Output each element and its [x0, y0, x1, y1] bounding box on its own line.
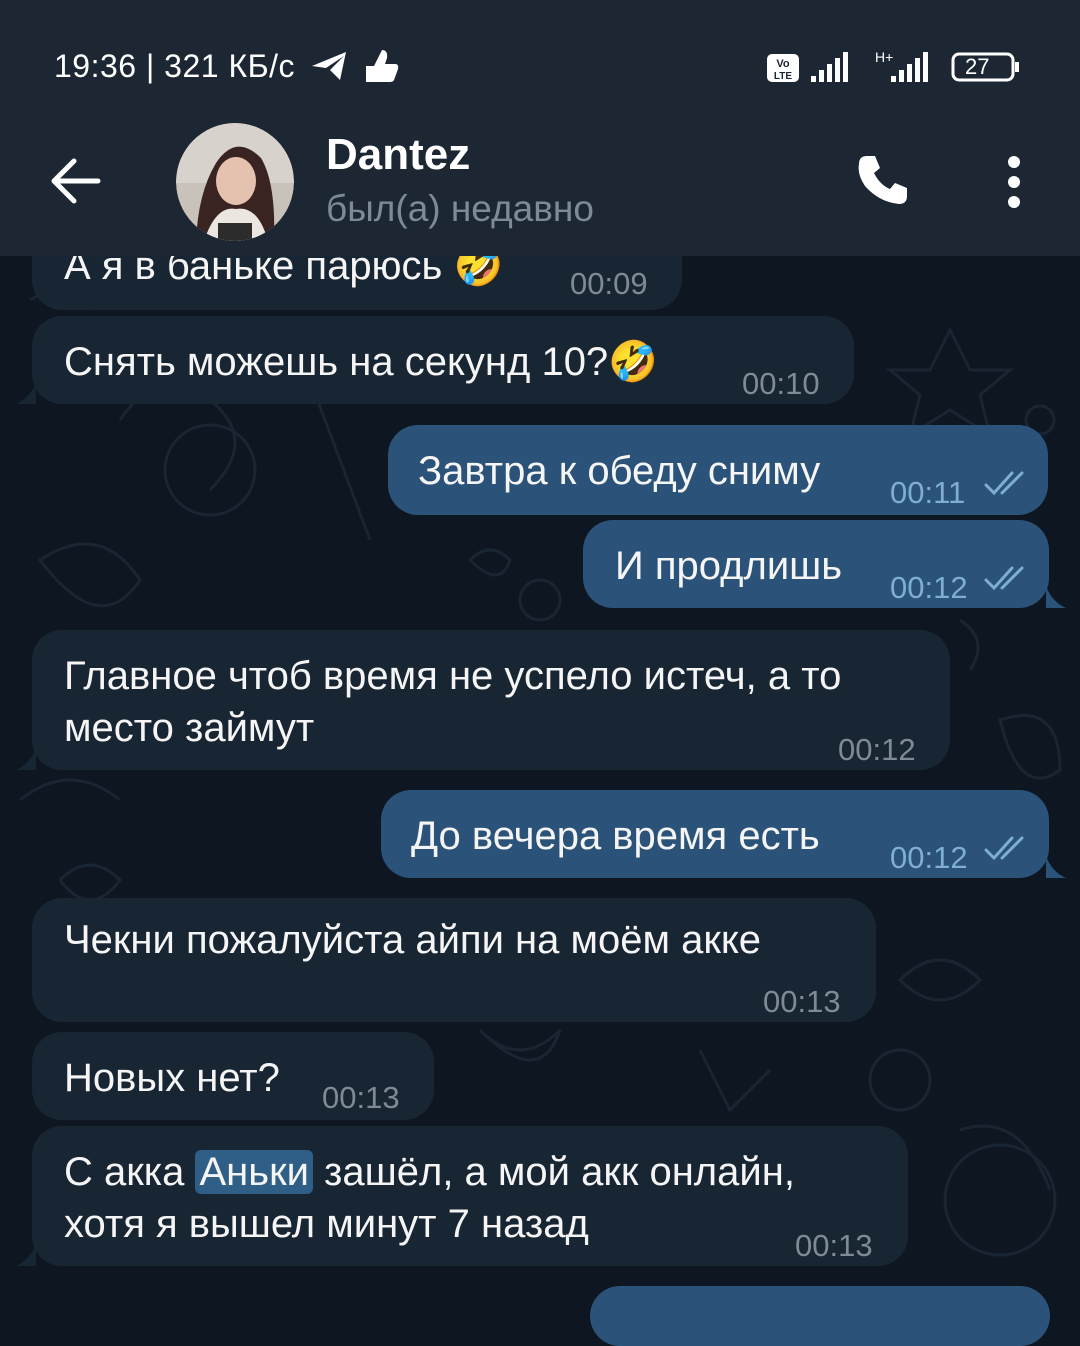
message-text: Снять можешь на секунд 10?🤣	[64, 340, 658, 384]
svg-text:H+: H+	[875, 49, 893, 65]
contact-status: был(а) недавно	[326, 188, 594, 229]
message-incoming[interactable]: Снять можешь на секунд 10?🤣 00:10	[32, 316, 854, 404]
message-text: И продлишь	[615, 544, 843, 588]
bubble-tail	[16, 1244, 36, 1266]
phone-call-icon[interactable]	[853, 150, 913, 210]
message-outgoing[interactable]: До вечера время есть 00:12	[381, 790, 1049, 878]
telegram-icon	[312, 52, 346, 80]
message-incoming[interactable]: Новых нет? 00:13	[32, 1032, 434, 1120]
status-time: 19:36 | 321 КБ/с	[54, 48, 295, 84]
double-check-icon	[984, 566, 1024, 591]
bubble-tail	[1046, 586, 1066, 608]
message-text: Чекни пожалуйста айпи на моём акке	[64, 918, 762, 962]
message-time: 00:12	[890, 840, 968, 875]
message-text-post: зашёл, а мой акк онлайн,	[312, 1150, 795, 1194]
message-outgoing-partial[interactable]	[590, 1286, 1050, 1346]
more-options-icon[interactable]	[996, 154, 1032, 210]
back-arrow-icon[interactable]	[48, 155, 106, 207]
message-outgoing[interactable]: И продлишь 00:12	[583, 520, 1049, 608]
message-incoming[interactable]: Главное чтоб время не успело истеч, а то…	[32, 630, 950, 770]
message-text-line1: Главное чтоб время не успело истеч, а то	[64, 654, 842, 698]
avatar[interactable]	[176, 123, 294, 241]
message-time: 00:10	[742, 366, 820, 401]
double-check-icon	[984, 471, 1024, 496]
volte-icon: Vo LTE	[767, 54, 799, 82]
message-text-pre: С акка	[64, 1150, 196, 1194]
message-outgoing[interactable]: Завтра к обеду сниму 00:11	[388, 425, 1048, 515]
contact-name[interactable]: Dantez	[326, 130, 470, 180]
svg-text:Vo: Vo	[776, 58, 790, 70]
message-time: 00:11	[890, 475, 966, 510]
message-time: 00:09	[570, 266, 648, 301]
highlighted-word: Аньки	[195, 1150, 313, 1194]
bubble-tail	[16, 382, 36, 404]
signal-icon-2: H+	[875, 49, 928, 82]
message-incoming[interactable]: С акка Аньки зашёл, а мой акк онлайн, хо…	[32, 1126, 908, 1266]
message-time: 00:12	[890, 570, 968, 605]
svg-text:LTE: LTE	[774, 71, 792, 82]
message-time: 00:13	[763, 984, 841, 1019]
message-text: До вечера время есть	[411, 814, 820, 858]
header-layer: Dantez был(а) недавно	[0, 120, 1080, 256]
message-text: Новых нет?	[64, 1056, 280, 1100]
message-time: 00:13	[322, 1080, 400, 1115]
status-right: Vo LTE H+ 27	[765, 48, 1025, 84]
message-text-line1: С акка Аньки зашёл, а мой акк онлайн,	[64, 1146, 795, 1198]
message-time: 00:12	[838, 732, 916, 767]
signal-icon-1	[811, 52, 848, 82]
battery-level: 27	[965, 54, 990, 79]
notification-icons	[312, 50, 399, 82]
bubble-tail	[1046, 856, 1066, 878]
double-check-icon	[984, 836, 1024, 861]
message-time: 00:13	[795, 1228, 873, 1263]
thumbs-up-icon	[366, 50, 399, 82]
message-text-line2: место займут	[64, 706, 315, 750]
message-incoming[interactable]: Чекни пожалуйста айпи на моём акке 00:13	[32, 898, 876, 1022]
bubble-tail	[16, 748, 36, 770]
message-text: Завтра к обеду сниму	[418, 449, 821, 493]
message-text-line2: хотя я вышел минут 7 назад	[64, 1202, 589, 1246]
status-bar: 19:36 | 321 КБ/с Vo LTE H+ 27	[0, 0, 1080, 120]
